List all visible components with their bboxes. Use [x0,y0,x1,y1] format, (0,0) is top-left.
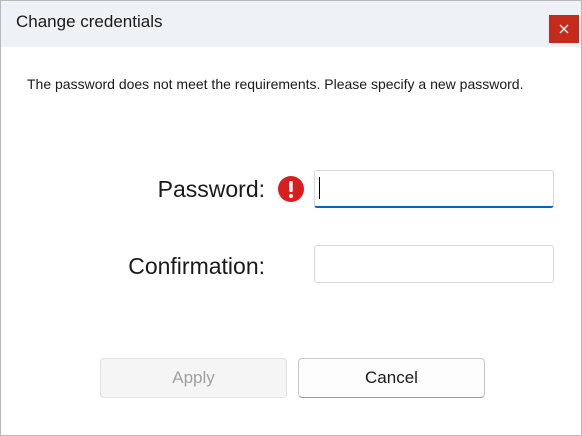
title-bar[interactable]: Change credentials [1,1,581,47]
confirmation-label: Confirmation: [128,253,265,279]
change-credentials-dialog: Change credentials The password does not… [0,0,582,436]
error-message: The password does not meet the requireme… [27,76,524,92]
confirmation-field[interactable] [314,245,554,283]
error-icon [278,176,304,202]
dialog-content: The password does not meet the requireme… [1,47,581,435]
apply-button[interactable]: Apply [100,358,287,398]
cancel-button[interactable]: Cancel [298,358,485,398]
password-label: Password: [157,176,265,202]
text-caret [319,177,320,199]
password-field[interactable] [314,170,554,208]
close-icon [559,24,569,34]
dialog-title: Change credentials [16,12,163,31]
close-button[interactable] [549,15,579,43]
